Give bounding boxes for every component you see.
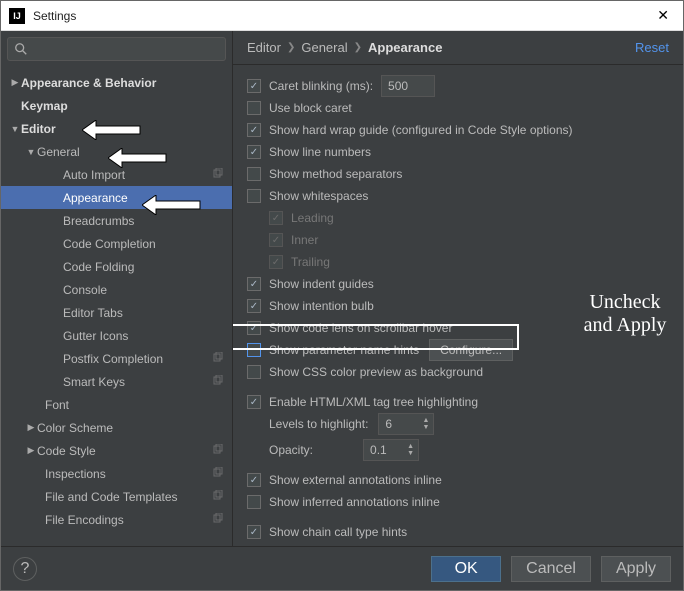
checkbox — [269, 255, 283, 269]
app-logo-icon: IJ — [9, 8, 25, 24]
checkbox[interactable] — [247, 145, 261, 159]
configure-button[interactable]: Configure... — [429, 339, 513, 361]
caret-blinking-input[interactable]: 500 — [381, 75, 435, 97]
tree-color-scheme[interactable]: ▶Color Scheme — [1, 416, 232, 439]
tree-font[interactable]: Font — [1, 393, 232, 416]
checkbox[interactable] — [247, 167, 261, 181]
chevron-right-icon: ❯ — [354, 42, 362, 53]
opt-inf-annot[interactable]: Show inferred annotations inline — [247, 491, 669, 513]
opt-whitespaces[interactable]: Show whitespaces — [247, 185, 669, 207]
tree-gutter-icons[interactable]: Gutter Icons — [1, 324, 232, 347]
copy-icon — [212, 444, 226, 458]
checkbox[interactable] — [247, 365, 261, 379]
opt-method-separators[interactable]: Show method separators — [247, 163, 669, 185]
opt-hard-wrap[interactable]: Show hard wrap guide (configured in Code… — [247, 119, 669, 141]
copy-icon — [212, 490, 226, 504]
opt-param-hints[interactable]: Show parameter name hintsConfigure... — [247, 339, 669, 361]
checkbox[interactable] — [247, 343, 261, 357]
opt-ws-trailing: Trailing — [247, 251, 669, 273]
reset-link[interactable]: Reset — [635, 40, 669, 55]
tree-code-folding[interactable]: Code Folding — [1, 255, 232, 278]
tree-console[interactable]: Console — [1, 278, 232, 301]
copy-icon — [212, 513, 226, 527]
settings-tree: ▶Appearance & Behavior Keymap ▼Editor ▼G… — [1, 67, 232, 546]
copy-icon — [212, 168, 226, 182]
checkbox[interactable] — [247, 189, 261, 203]
spinner-arrows-icon[interactable]: ▲▼ — [422, 417, 429, 431]
tree-file-code-templates[interactable]: File and Code Templates — [1, 485, 232, 508]
opt-ws-leading: Leading — [247, 207, 669, 229]
opt-ws-inner: Inner — [247, 229, 669, 251]
window-title: Settings — [33, 9, 651, 23]
checkbox[interactable] — [247, 79, 261, 93]
checkbox[interactable] — [247, 321, 261, 335]
opt-ext-annot[interactable]: Show external annotations inline — [247, 469, 669, 491]
options-panel: Caret blinking (ms):500 Use block caret … — [233, 65, 683, 546]
tree-smart-keys[interactable]: Smart Keys — [1, 370, 232, 393]
titlebar: IJ Settings ✕ — [1, 1, 683, 31]
tree-inspections[interactable]: Inspections — [1, 462, 232, 485]
checkbox — [269, 211, 283, 225]
opt-chain-hints[interactable]: Show chain call type hints — [247, 521, 669, 543]
checkbox[interactable] — [247, 277, 261, 291]
help-button[interactable]: ? — [13, 557, 37, 581]
tree-code-completion[interactable]: Code Completion — [1, 232, 232, 255]
dialog-footer: ? OK Cancel Apply — [1, 546, 683, 590]
tree-editor[interactable]: ▼Editor — [1, 117, 232, 140]
opt-css-preview[interactable]: Show CSS color preview as background — [247, 361, 669, 383]
cancel-button[interactable]: Cancel — [511, 556, 591, 582]
opt-indent-guides[interactable]: Show indent guides — [247, 273, 669, 295]
tree-editor-tabs[interactable]: Editor Tabs — [1, 301, 232, 324]
tree-breadcrumbs[interactable]: Breadcrumbs — [1, 209, 232, 232]
tree-code-style[interactable]: ▶Code Style — [1, 439, 232, 462]
opt-levels: Levels to highlight:6▲▼ — [247, 413, 669, 435]
spinner-arrows-icon[interactable]: ▲▼ — [407, 443, 414, 457]
content-area: Editor ❯ General ❯ Appearance Reset Care… — [233, 31, 683, 546]
apply-button[interactable]: Apply — [601, 556, 671, 582]
copy-icon — [212, 467, 226, 481]
copy-icon — [212, 375, 226, 389]
checkbox[interactable] — [247, 473, 261, 487]
opt-caret-blinking[interactable]: Caret blinking (ms):500 — [247, 75, 669, 97]
checkbox[interactable] — [247, 123, 261, 137]
tree-auto-import[interactable]: Auto Import — [1, 163, 232, 186]
ok-button[interactable]: OK — [431, 556, 501, 582]
copy-icon — [212, 352, 226, 366]
tree-postfix-completion[interactable]: Postfix Completion — [1, 347, 232, 370]
sidebar: ▶Appearance & Behavior Keymap ▼Editor ▼G… — [1, 31, 233, 546]
chevron-right-icon: ❯ — [287, 42, 295, 53]
opacity-spinner[interactable]: 0.1▲▼ — [363, 439, 419, 461]
crumb-editor[interactable]: Editor — [247, 40, 281, 55]
opt-opacity: Opacity:0.1▲▼ — [247, 439, 669, 461]
checkbox[interactable] — [247, 395, 261, 409]
search-icon — [14, 42, 28, 56]
opt-code-lens[interactable]: Show code lens on scrollbar hover — [247, 317, 669, 339]
search-input[interactable] — [7, 37, 226, 61]
opt-html-tag-tree[interactable]: Enable HTML/XML tag tree highlighting — [247, 391, 669, 413]
tree-keymap[interactable]: Keymap — [1, 94, 232, 117]
breadcrumb: Editor ❯ General ❯ Appearance Reset — [233, 31, 683, 65]
crumb-appearance: Appearance — [368, 40, 442, 55]
tree-appearance-behavior[interactable]: ▶Appearance & Behavior — [1, 71, 232, 94]
levels-spinner[interactable]: 6▲▼ — [378, 413, 434, 435]
tree-general[interactable]: ▼General — [1, 140, 232, 163]
close-button[interactable]: ✕ — [651, 5, 675, 26]
crumb-general[interactable]: General — [301, 40, 347, 55]
checkbox[interactable] — [247, 495, 261, 509]
checkbox — [269, 233, 283, 247]
opt-intention-bulb[interactable]: Show intention bulb — [247, 295, 669, 317]
tree-appearance[interactable]: Appearance — [1, 186, 232, 209]
checkbox[interactable] — [247, 101, 261, 115]
checkbox[interactable] — [247, 299, 261, 313]
opt-use-block-caret[interactable]: Use block caret — [247, 97, 669, 119]
opt-line-numbers[interactable]: Show line numbers — [247, 141, 669, 163]
checkbox[interactable] — [247, 525, 261, 539]
settings-window: IJ Settings ✕ ▶Appearance & Behavior Key… — [0, 0, 684, 591]
tree-file-encodings[interactable]: File Encodings — [1, 508, 232, 531]
